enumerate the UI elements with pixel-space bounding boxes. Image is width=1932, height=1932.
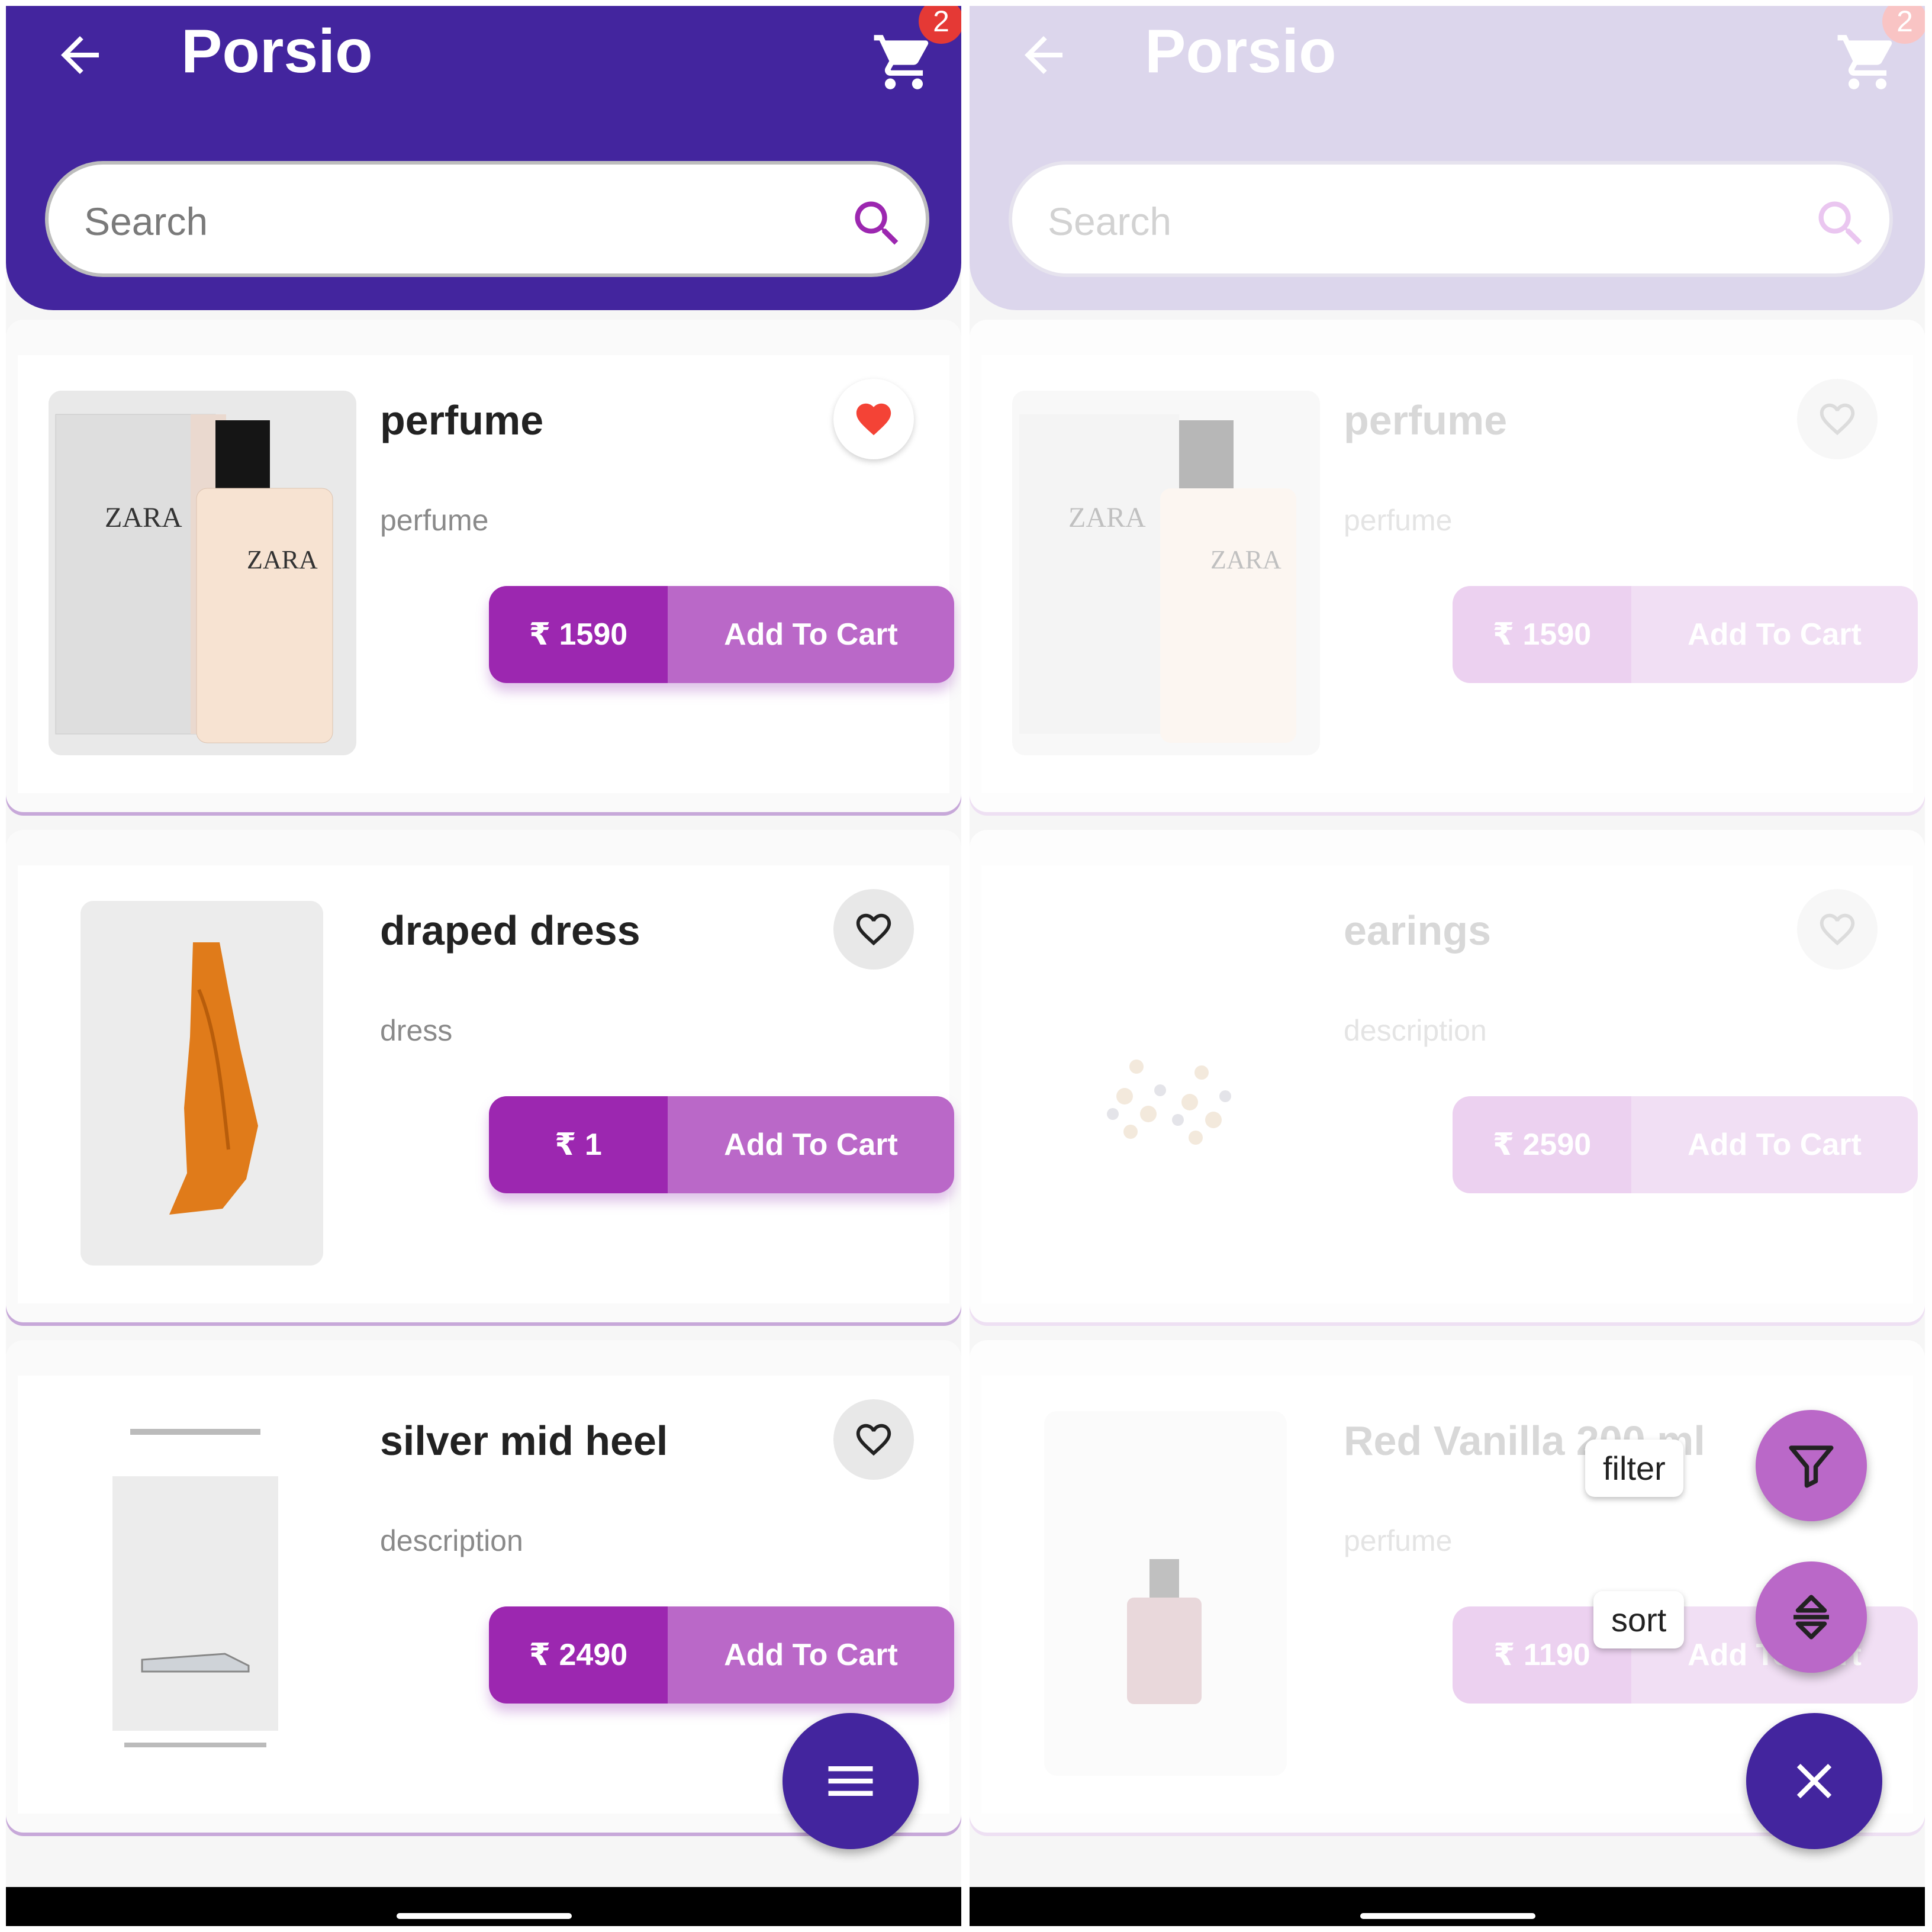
menu-fab[interactable] <box>783 1713 919 1849</box>
heart-filled-icon <box>856 403 891 436</box>
svg-text:ZARA: ZARA <box>247 545 318 574</box>
price-label: ₹ 1590 <box>1453 586 1631 683</box>
app-title: Porsio <box>1145 17 1337 86</box>
search-bar[interactable] <box>45 161 929 277</box>
product-card[interactable]: draped dress dress ₹ 1 Add To Cart <box>6 830 961 1322</box>
search-icon[interactable] <box>848 194 907 253</box>
close-fab[interactable] <box>1746 1713 1882 1849</box>
zara-perfume-image: ZARA ZARA <box>1012 391 1320 755</box>
search-input[interactable] <box>83 188 796 255</box>
product-description: perfume <box>380 504 489 537</box>
search-input[interactable] <box>1046 188 1759 255</box>
price-label: ₹ 2490 <box>489 1606 668 1704</box>
product-name: earings <box>1344 907 1491 954</box>
orange-dress-image <box>80 901 323 1266</box>
product-name: perfume <box>380 397 544 443</box>
product-name: silver mid heel <box>380 1418 668 1464</box>
add-to-cart-button[interactable]: ₹ 2490 Add To Cart <box>489 1606 954 1704</box>
add-to-cart-label: Add To Cart <box>668 1096 954 1193</box>
screen-menu-open: Porsio 2 ZARA ZARA <box>970 6 1925 1926</box>
search-bar[interactable] <box>1009 161 1893 277</box>
sort-action-label[interactable]: sort <box>1593 1591 1685 1648</box>
shoe-screenshot-image <box>107 1411 284 1776</box>
svg-text:ZARA: ZARA <box>1210 545 1281 574</box>
product-name: draped dress <box>380 907 640 954</box>
add-to-cart-button[interactable]: ₹ 1590 Add To Cart <box>1453 586 1918 683</box>
hamburger-menu-icon <box>828 1766 873 1796</box>
app-header: Porsio 2 <box>970 6 1925 310</box>
shopping-cart-icon <box>874 35 929 89</box>
back-button[interactable] <box>47 27 112 83</box>
add-to-cart-button[interactable]: ₹ 2590 Add To Cart <box>1453 1096 1918 1193</box>
svg-text:ZARA: ZARA <box>105 502 182 533</box>
add-to-cart-label: Add To Cart <box>1631 586 1918 683</box>
heart-outline-icon <box>1820 913 1855 946</box>
price-label: ₹ 2590 <box>1453 1096 1631 1193</box>
add-to-cart-label: Add To Cart <box>1631 1096 1918 1193</box>
product-description: perfume <box>1344 504 1453 537</box>
product-card[interactable]: earings description ₹ 2590 Add To Cart <box>970 830 1925 1322</box>
product-card[interactable]: ZARA ZARA perfume perfume ₹ 1590 Add To … <box>970 320 1925 812</box>
filter-action-label[interactable]: filter <box>1585 1440 1683 1497</box>
add-to-cart-label: Add To Cart <box>668 586 954 683</box>
home-indicator[interactable] <box>397 1913 572 1919</box>
app-title: Porsio <box>181 17 373 86</box>
back-arrow-icon <box>61 36 99 74</box>
sort-fab[interactable] <box>1756 1561 1867 1673</box>
favorite-button[interactable] <box>833 1399 914 1480</box>
price-label: ₹ 1590 <box>489 586 668 683</box>
system-nav-bar <box>6 1887 961 1926</box>
red-vanilla-bottle-image <box>1044 1411 1287 1776</box>
shopping-cart-icon <box>1837 35 1892 89</box>
screen-menu-closed: Porsio 2 ZARA ZAR <box>6 6 961 1926</box>
system-nav-bar <box>970 1887 1925 1926</box>
heart-outline-icon <box>856 913 891 946</box>
favorite-button[interactable] <box>833 379 914 459</box>
product-description: description <box>1344 1014 1487 1047</box>
sort-icon <box>1793 1595 1829 1640</box>
add-to-cart-button[interactable]: ₹ 1590 Add To Cart <box>489 586 954 683</box>
favorite-button[interactable] <box>1797 889 1878 970</box>
heart-outline-icon <box>856 1424 891 1456</box>
close-icon <box>1796 1763 1832 1799</box>
price-label: ₹ 1 <box>489 1096 668 1193</box>
product-name: perfume <box>1344 397 1508 443</box>
filter-fab[interactable] <box>1756 1410 1867 1521</box>
product-description: dress <box>380 1014 453 1047</box>
zara-perfume-image: ZARA ZARA <box>49 391 356 755</box>
svg-text:ZARA: ZARA <box>1068 502 1146 533</box>
filter-funnel-icon <box>1789 1445 1834 1488</box>
favorite-button[interactable] <box>1797 379 1878 459</box>
product-description: perfume <box>1344 1524 1453 1557</box>
app-header: Porsio 2 <box>6 6 961 310</box>
back-arrow-icon <box>1025 36 1062 74</box>
search-icon[interactable] <box>1811 194 1870 253</box>
add-to-cart-button[interactable]: ₹ 1 Add To Cart <box>489 1096 954 1193</box>
heart-outline-icon <box>1820 403 1855 436</box>
earrings-image <box>1012 901 1320 1266</box>
home-indicator[interactable] <box>1360 1913 1535 1919</box>
favorite-button[interactable] <box>833 889 914 970</box>
product-description: description <box>380 1524 523 1557</box>
product-card[interactable]: ZARA ZARA perfume perfume ₹ 1590 Add To … <box>6 320 961 812</box>
add-to-cart-label: Add To Cart <box>668 1606 954 1704</box>
back-button[interactable] <box>1011 27 1076 83</box>
